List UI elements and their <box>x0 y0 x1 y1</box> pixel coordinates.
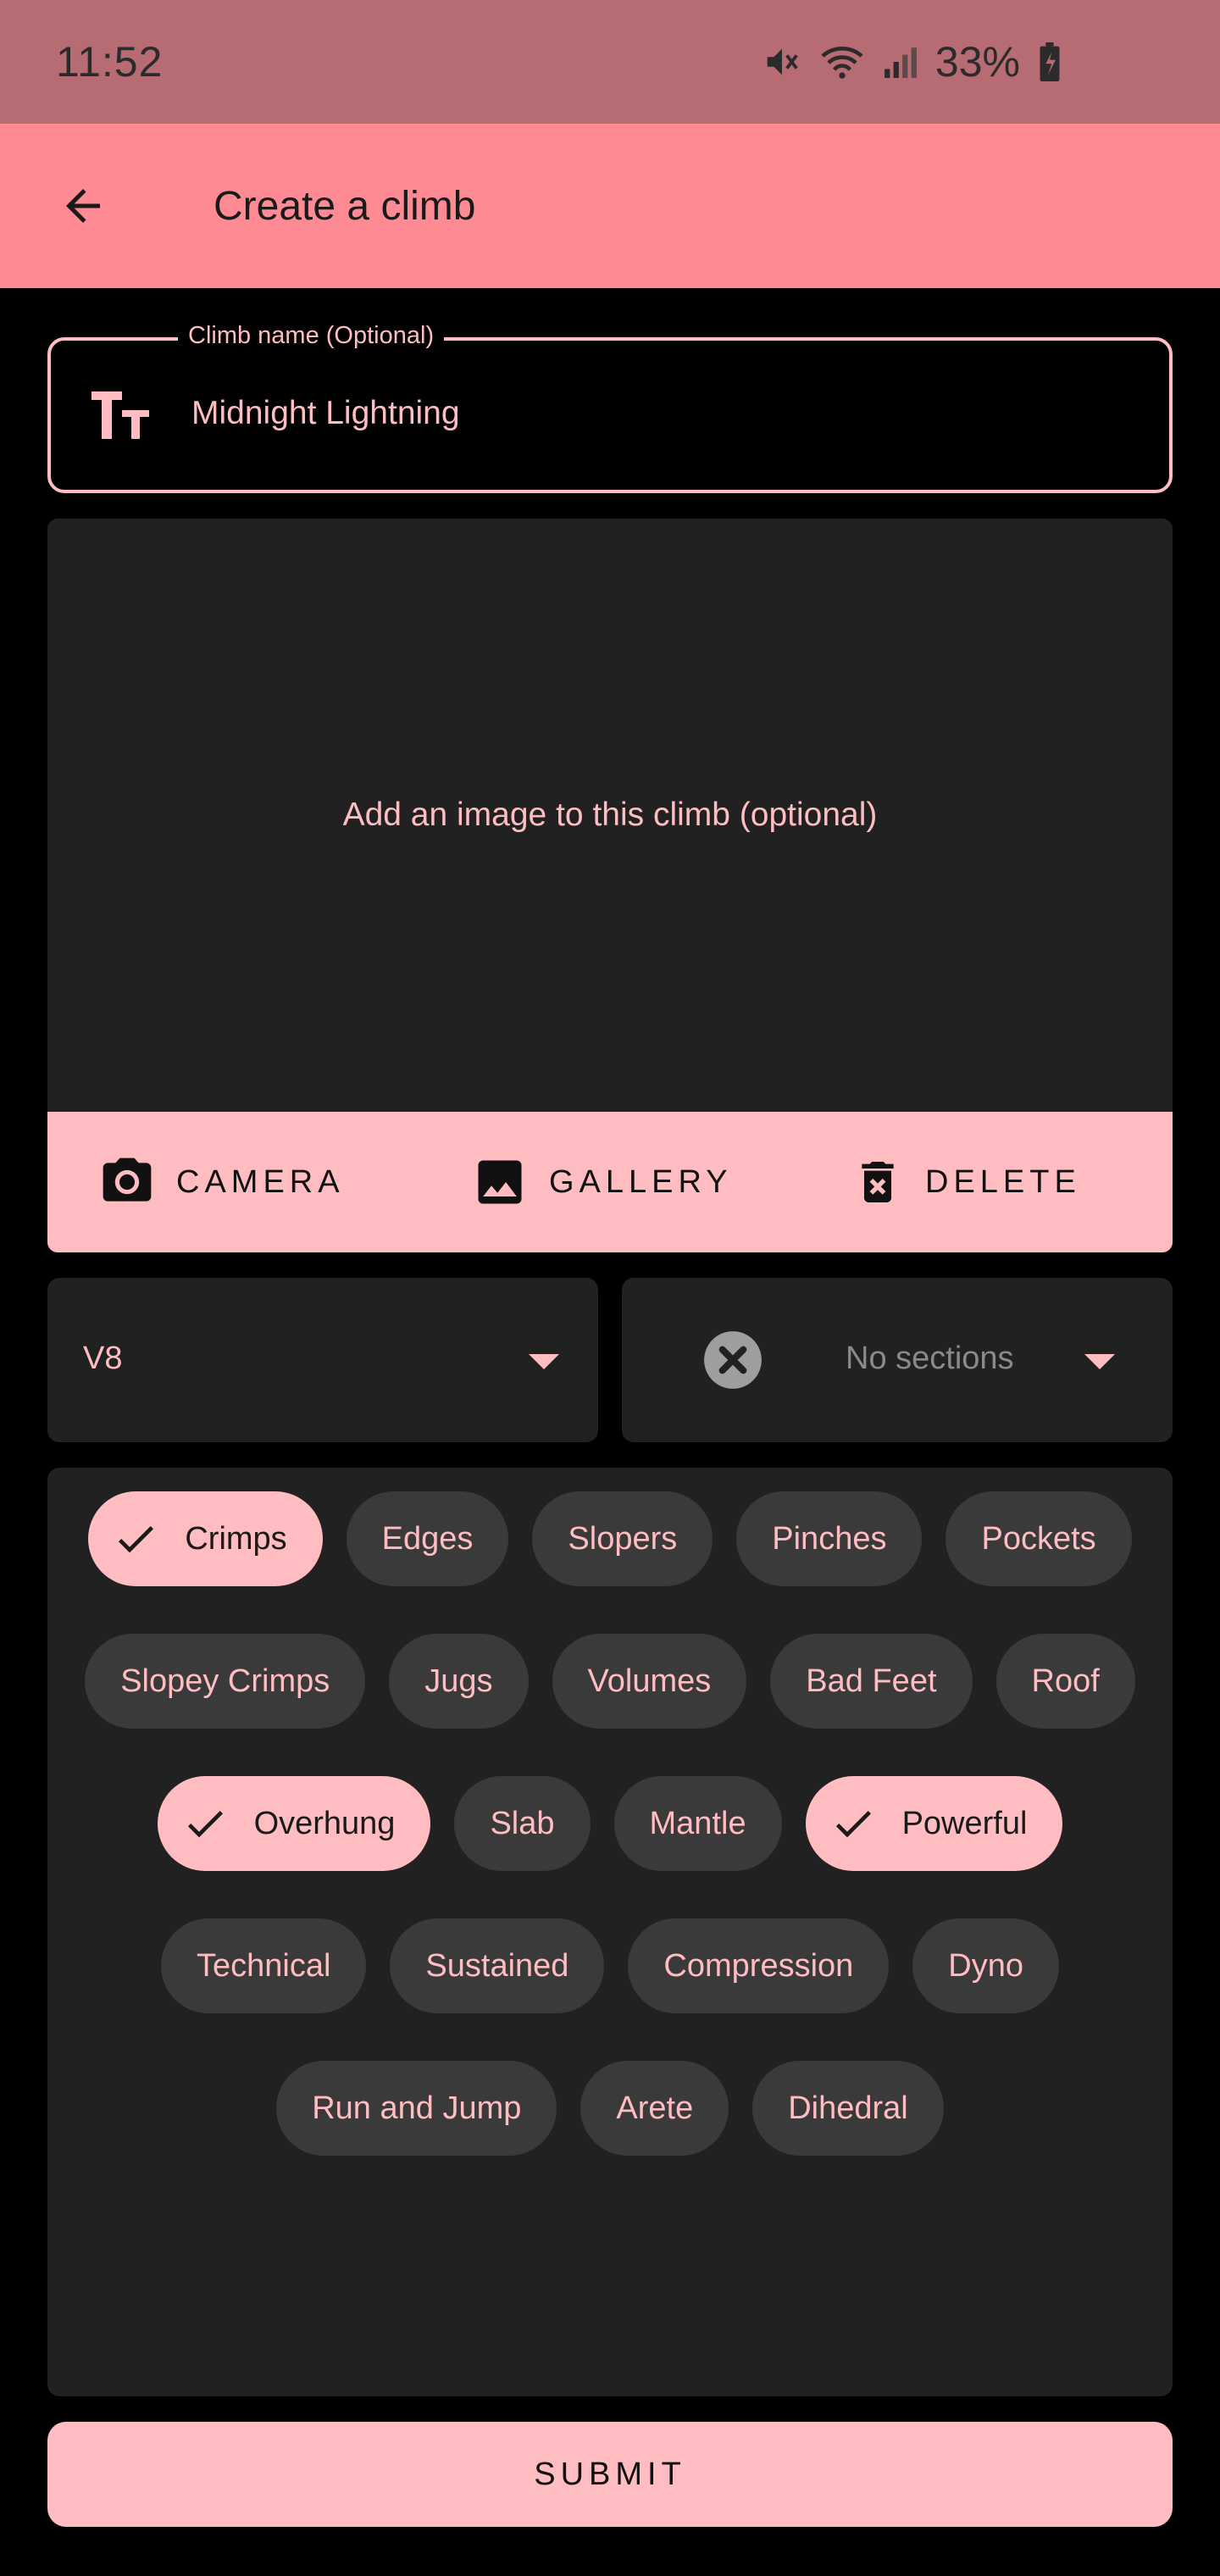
gallery-button[interactable]: GALLERY <box>471 1112 733 1252</box>
climb-name-field[interactable]: Climb name (Optional) <box>47 322 1173 493</box>
gallery-label: GALLERY <box>549 1163 733 1200</box>
arrow-back-icon <box>66 189 100 223</box>
climb-name-label: Climb name (Optional) <box>178 322 445 350</box>
wifi-icon <box>818 42 866 81</box>
submit-button[interactable]: SUBMIT <box>47 2422 1173 2527</box>
chip-technical[interactable]: Technical <box>160 1918 367 2013</box>
chip-bad-feet[interactable]: Bad Feet <box>770 1634 973 1729</box>
chip-label: Arete <box>616 2090 694 2126</box>
chip-dihedral[interactable]: Dihedral <box>752 2061 944 2156</box>
chip-label: Bad Feet <box>806 1663 937 1699</box>
chip-slab[interactable]: Slab <box>454 1776 591 1871</box>
image-placeholder[interactable]: Add an image to this climb (optional) <box>47 519 1173 1112</box>
chip-label: Slopers <box>568 1520 678 1557</box>
sections-dropdown[interactable]: No sections <box>622 1278 1173 1442</box>
chip-dyno[interactable]: Dyno <box>912 1918 1060 2013</box>
chip-label: Crimps <box>185 1520 287 1557</box>
grade-dropdown[interactable]: V8 <box>47 1278 598 1442</box>
battery-icon <box>1037 42 1062 81</box>
chip-label: Overhung <box>253 1805 396 1841</box>
arrow-drop-down-icon <box>1084 1354 1115 1369</box>
image-actions-bar: CAMERA GALLERY DELETE <box>47 1112 1173 1252</box>
chip-label: Dyno <box>948 1947 1024 1984</box>
chip-row: Run and Jump Arete Dihedral <box>47 2061 1173 2156</box>
chip-label: Powerful <box>901 1805 1028 1841</box>
image-card: Add an image to this climb (optional) CA… <box>47 519 1173 1252</box>
grade-value: V8 <box>83 1341 123 1376</box>
image-icon <box>478 1160 522 1204</box>
camera-button[interactable]: CAMERA <box>98 1112 345 1252</box>
delete-button[interactable]: DELETE <box>851 1112 1081 1252</box>
chip-label: Roof <box>1031 1663 1100 1699</box>
chip-pinches[interactable]: Pinches <box>736 1491 923 1586</box>
delete-forever-icon <box>862 1162 894 1202</box>
chip-label: Edges <box>381 1520 474 1557</box>
chip-mantle[interactable]: Mantle <box>613 1776 782 1871</box>
chip-powerful[interactable]: Powerful <box>805 1776 1063 1871</box>
chip-label: Volumes <box>587 1663 712 1699</box>
clear-icon[interactable] <box>702 1329 764 1396</box>
chip-sustained[interactable]: Sustained <box>390 1918 605 2013</box>
chip-label: Jugs <box>424 1663 493 1699</box>
sections-value: No sections <box>846 1341 1014 1376</box>
image-placeholder-text: Add an image to this climb (optional) <box>342 797 878 833</box>
chip-label: Sustained <box>425 1947 569 1984</box>
text-fields-icon <box>90 388 151 447</box>
mute-icon <box>762 42 801 81</box>
chip-label: Dihedral <box>788 2090 908 2126</box>
status-icons: 33% <box>762 37 1062 86</box>
climb-name-input[interactable] <box>191 395 1123 432</box>
chip-row: Slopey Crimps Jugs Volumes Bad Feet Roof <box>47 1634 1173 1729</box>
arrow-drop-down-icon <box>529 1354 559 1369</box>
app-bar: Create a climb <box>0 124 1220 288</box>
chip-label: Pinches <box>772 1520 887 1557</box>
chip-label: Slopey Crimps <box>120 1663 330 1699</box>
chip-overhung[interactable]: Overhung <box>157 1776 431 1871</box>
check-icon <box>829 1800 877 1847</box>
chip-row: Overhung Slab Mantle Powerful <box>47 1776 1173 1871</box>
chip-slopers[interactable]: Slopers <box>532 1491 713 1586</box>
check-icon <box>181 1800 229 1847</box>
chip-edges[interactable]: Edges <box>346 1491 509 1586</box>
chip-label: Pockets <box>981 1520 1096 1557</box>
chip-label: Technical <box>196 1947 331 1984</box>
chip-row: Crimps Edges Slopers Pinches Pockets <box>47 1491 1173 1586</box>
chip-volumes[interactable]: Volumes <box>552 1634 747 1729</box>
camera-label: CAMERA <box>176 1163 345 1200</box>
chip-roof[interactable]: Roof <box>995 1634 1135 1729</box>
tags-card: Crimps Edges Slopers Pinches Pockets Slopey … <box>47 1468 1173 2396</box>
chip-compression[interactable]: Compression <box>628 1918 890 2013</box>
back-button[interactable] <box>41 164 125 248</box>
camera-icon <box>103 1158 152 1202</box>
chip-arete[interactable]: Arete <box>580 2061 729 2156</box>
submit-label: SUBMIT <box>534 2456 686 2492</box>
check-icon <box>112 1515 159 1563</box>
battery-text: 33% <box>934 38 1020 86</box>
chip-crimps[interactable]: Crimps <box>88 1491 323 1586</box>
chip-label: Run and Jump <box>312 2090 522 2126</box>
chip-pockets[interactable]: Pockets <box>946 1491 1132 1586</box>
chip-jugs[interactable]: Jugs <box>389 1634 529 1729</box>
chip-label: Compression <box>663 1947 854 1984</box>
page-title: Create a climb <box>214 183 476 229</box>
chip-run-and-jump[interactable]: Run and Jump <box>276 2061 557 2156</box>
delete-label: DELETE <box>925 1163 1081 1200</box>
chip-label: Mantle <box>649 1805 746 1841</box>
status-time: 11:52 <box>56 38 164 86</box>
status-bar: 11:52 33% <box>0 0 1220 124</box>
chip-row: Technical Sustained Compression Dyno <box>47 1918 1173 2013</box>
chip-slopey-crimps[interactable]: Slopey Crimps <box>85 1634 366 1729</box>
signal-icon <box>883 44 918 80</box>
chip-label: Slab <box>490 1805 555 1841</box>
